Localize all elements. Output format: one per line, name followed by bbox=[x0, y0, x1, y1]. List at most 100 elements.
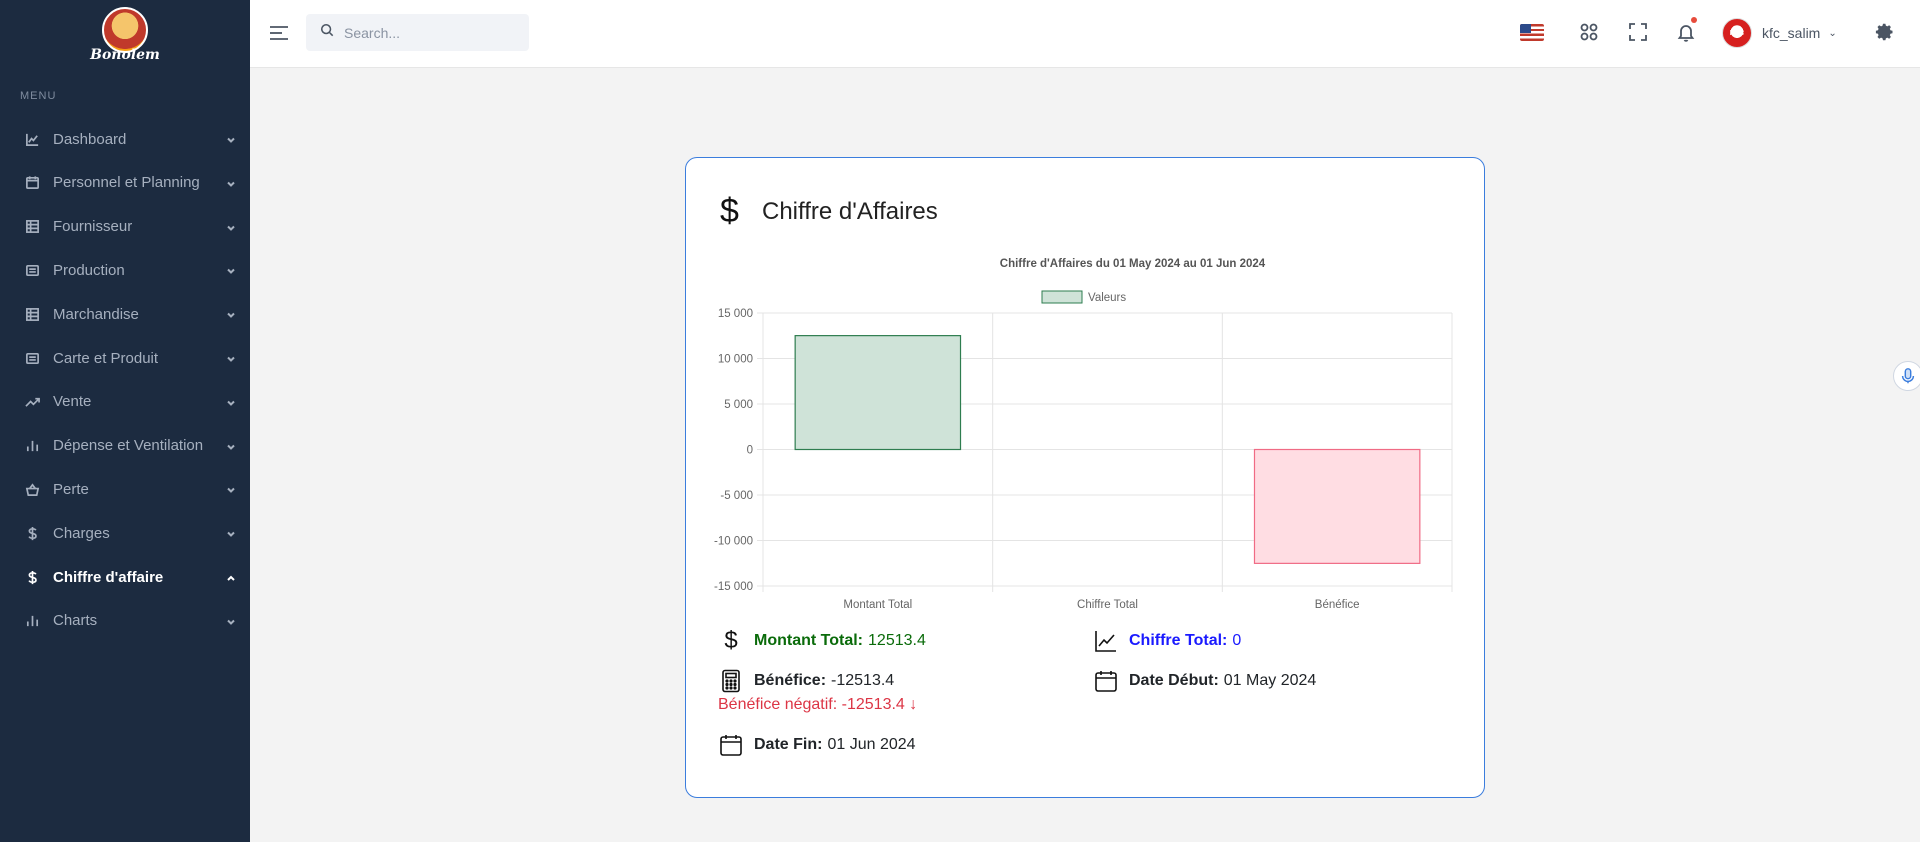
sidebar-item-label: Chiffre d'affaire bbox=[53, 568, 164, 586]
avatar: KFC bbox=[1722, 18, 1752, 48]
calendar-icon bbox=[24, 175, 40, 191]
date-fin-stat: Date Fin: 01 Jun 2024 bbox=[718, 732, 916, 758]
date-fin-label: Date Fin: bbox=[754, 736, 823, 753]
search-box[interactable] bbox=[306, 14, 529, 51]
montant-total-value: 12513.4 bbox=[868, 632, 926, 649]
revenue-chart: Chiffre d'Affaires du 01 May 2024 au 01 … bbox=[686, 158, 1486, 618]
calculator-icon bbox=[718, 668, 744, 694]
y-tick-label: 15 000 bbox=[718, 308, 753, 320]
sidebar-item-chiffre-d-affaire[interactable]: Chiffre d'affaire bbox=[0, 557, 250, 597]
sidebar-item-carte-et-produit[interactable]: Carte et Produit bbox=[0, 338, 250, 378]
brand-logo[interactable]: Bonolem bbox=[0, 0, 250, 68]
sidebar-item-personnel-et-planning[interactable]: Personnel et Planning bbox=[0, 163, 250, 203]
sidebar-item-label: Fournisseur bbox=[53, 218, 133, 236]
sidebar-item-production[interactable]: Production bbox=[0, 250, 250, 290]
bar-montant-total bbox=[794, 335, 962, 451]
sidebar-item-charges[interactable]: Charges bbox=[0, 513, 250, 553]
chart-svg: Chiffre d'Affaires du 01 May 2024 au 01 … bbox=[714, 258, 1453, 611]
sidebar-item-fournisseur[interactable]: Fournisseur bbox=[0, 207, 250, 247]
benefice-label: Bénéfice: bbox=[754, 672, 827, 689]
x-tick-label: Bénéfice bbox=[1315, 599, 1360, 611]
menu-toggle-icon[interactable] bbox=[268, 22, 290, 44]
chevron-down-icon bbox=[226, 482, 238, 494]
y-tick-label: -10 000 bbox=[714, 536, 753, 548]
x-tick-label: Montant Total bbox=[843, 599, 912, 611]
list-icon bbox=[24, 350, 40, 366]
fullscreen-icon[interactable] bbox=[1626, 20, 1650, 44]
sidebar-item-marchandise[interactable]: Marchandise bbox=[0, 294, 250, 334]
table-icon bbox=[24, 219, 40, 235]
microphone-icon[interactable] bbox=[1893, 361, 1920, 391]
sidebar-item-vente[interactable]: Vente bbox=[0, 382, 250, 422]
bar-chart-icon bbox=[24, 613, 40, 629]
chiffre-total-label: Chiffre Total: bbox=[1129, 632, 1228, 649]
user-menu[interactable]: KFC kfc_salim ⌄ bbox=[1722, 16, 1837, 50]
montant-total-stat: $ Montant Total: 12513.4 bbox=[718, 627, 926, 654]
settings-gear-icon[interactable] bbox=[1873, 20, 1897, 44]
chevron-down-icon: ⌄ bbox=[1828, 27, 1837, 39]
username: kfc_salim bbox=[1762, 25, 1821, 41]
language-flag-icon[interactable] bbox=[1520, 24, 1544, 41]
bar-b-n-fice bbox=[1253, 448, 1421, 564]
calendar-icon bbox=[1093, 668, 1119, 694]
table-icon bbox=[24, 306, 40, 322]
sidebar-item-label: Vente bbox=[53, 393, 92, 411]
sidebar-item-label: Dashboard bbox=[53, 130, 127, 148]
x-tick-label: Chiffre Total bbox=[1077, 599, 1138, 611]
sidebar-item-label: Charts bbox=[53, 612, 98, 630]
benefice-value: -12513.4 bbox=[831, 672, 895, 689]
chevron-down-icon bbox=[226, 176, 238, 188]
chevron-down-icon bbox=[226, 263, 238, 275]
sidebar-item-label: Personnel et Planning bbox=[53, 174, 200, 192]
chart-title: Chiffre d'Affaires du 01 May 2024 au 01 … bbox=[1000, 258, 1266, 270]
chevron-down-icon bbox=[226, 307, 238, 319]
chiffre-total-value: 0 bbox=[1232, 632, 1242, 649]
sidebar-item-label: Carte et Produit bbox=[53, 349, 159, 367]
apps-grid-icon[interactable] bbox=[1577, 20, 1601, 44]
chevron-up-icon bbox=[226, 570, 238, 582]
sidebar-item-label: Production bbox=[53, 261, 125, 279]
trend-icon bbox=[24, 394, 40, 410]
chevron-down-icon bbox=[226, 526, 238, 538]
dollar-icon bbox=[24, 525, 40, 541]
legend-swatch bbox=[1041, 290, 1083, 304]
sidebar-item-d-pense-et-ventilation[interactable]: Dépense et Ventilation bbox=[0, 426, 250, 466]
y-tick-label: 0 bbox=[747, 445, 753, 457]
y-tick-label: -5 000 bbox=[720, 490, 753, 502]
dollar-icon bbox=[24, 569, 40, 585]
search-icon bbox=[320, 23, 334, 42]
montant-total-label: Montant Total: bbox=[754, 632, 864, 649]
line-chart-icon bbox=[1093, 628, 1119, 654]
date-fin-value: 01 Jun 2024 bbox=[827, 736, 916, 753]
menu-title: MENU bbox=[20, 90, 57, 102]
chevron-down-icon bbox=[226, 351, 238, 363]
topbar: KFC kfc_salim ⌄ bbox=[250, 0, 1920, 68]
date-debut-label: Date Début: bbox=[1129, 672, 1219, 689]
sidebar-item-label: Marchandise bbox=[53, 305, 139, 323]
y-tick-label: 5 000 bbox=[724, 399, 753, 411]
basket-icon bbox=[24, 481, 40, 497]
chevron-down-icon bbox=[226, 220, 238, 232]
sidebar-item-perte[interactable]: Perte bbox=[0, 469, 250, 509]
date-debut-stat: Date Début: 01 May 2024 bbox=[1093, 668, 1316, 694]
chevron-down-icon bbox=[226, 439, 238, 451]
legend-label: Valeurs bbox=[1088, 292, 1126, 304]
search-input[interactable] bbox=[344, 24, 514, 41]
chevron-down-icon bbox=[226, 132, 238, 144]
list-icon bbox=[24, 262, 40, 278]
date-debut-value: 01 May 2024 bbox=[1223, 672, 1317, 689]
sidebar-item-charts[interactable]: Charts bbox=[0, 601, 250, 641]
chevron-down-icon bbox=[226, 614, 238, 626]
sidebar-item-label: Charges bbox=[53, 524, 110, 542]
y-tick-label: 10 000 bbox=[718, 354, 753, 366]
chevron-down-icon bbox=[226, 395, 238, 407]
sidebar: Bonolem MENU Dashboard Personnel et Plann… bbox=[0, 0, 250, 842]
bar-chart-icon bbox=[24, 438, 40, 454]
chiffre-total-stat: Chiffre Total: 0 bbox=[1093, 628, 1241, 654]
notification-bell-icon[interactable] bbox=[1674, 17, 1698, 44]
dollar-icon: $ bbox=[724, 627, 738, 654]
sidebar-item-label: Perte bbox=[53, 480, 89, 498]
calendar-icon bbox=[718, 732, 744, 758]
benefice-stat: Bénéfice: -12513.4 bbox=[718, 668, 894, 694]
sidebar-item-dashboard[interactable]: Dashboard bbox=[0, 119, 250, 159]
